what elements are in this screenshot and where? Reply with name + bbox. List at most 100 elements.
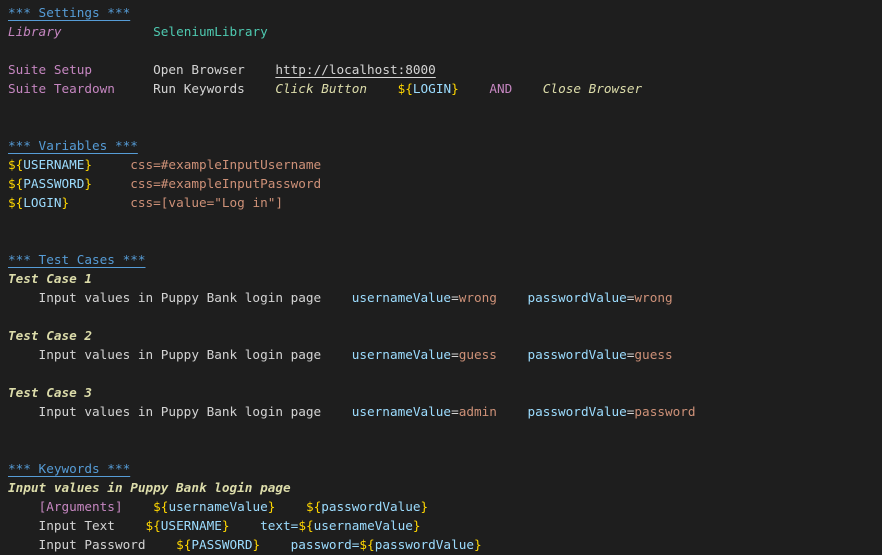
code-token: admin [458, 404, 497, 419]
code-line[interactable]: Suite Teardown Run Keywords Click Button… [8, 79, 882, 98]
code-line[interactable] [8, 307, 882, 326]
code-line[interactable]: ${LOGIN} css=[value="Log in"] [8, 193, 882, 212]
code-token: } [84, 157, 93, 172]
code-line[interactable]: Input values in Puppy Bank login page us… [8, 345, 882, 364]
code-token: Input values in Puppy Bank login page [8, 404, 322, 419]
code-token: Input values in Puppy Bank login page [8, 347, 322, 362]
code-line[interactable]: Test Case 1 [8, 269, 882, 288]
code-token: usernameValue [168, 499, 268, 514]
code-token: *** Variables *** [8, 138, 138, 153]
code-token: usernameValue [351, 404, 452, 419]
code-token: password= [290, 537, 360, 552]
code-line[interactable]: Library SeleniumLibrary [8, 22, 882, 41]
code-line[interactable] [8, 98, 882, 117]
code-token: passwordValue [321, 499, 421, 514]
code-line[interactable] [8, 364, 882, 383]
code-token: usernameValue [351, 290, 452, 305]
code-token: } [252, 537, 261, 552]
code-token: } [84, 176, 93, 191]
code-token: ${ [298, 518, 314, 533]
code-line[interactable]: Input values in Puppy Bank login page us… [8, 402, 882, 421]
code-line[interactable]: Suite Setup Open Browser http://localhos… [8, 60, 882, 79]
code-line[interactable] [8, 41, 882, 60]
code-token: ${ [8, 195, 24, 210]
code-line[interactable]: Input Text ${USERNAME} text=${usernameVa… [8, 516, 882, 535]
code-token: ${ [305, 499, 322, 514]
code-line[interactable] [8, 421, 882, 440]
code-line[interactable]: Input Password ${PASSWORD} password=${pa… [8, 535, 882, 554]
code-token: guess [634, 347, 673, 362]
code-token: Click Button [275, 81, 368, 96]
code-token: guess [458, 347, 497, 362]
code-token: = [451, 347, 459, 362]
code-line[interactable]: Input values in Puppy Bank login page [8, 478, 882, 497]
code-token: Library [8, 24, 62, 39]
code-line[interactable] [8, 212, 882, 231]
code-token: passwordValue [374, 537, 474, 552]
code-token: ${ [397, 81, 413, 96]
code-token: = [451, 290, 459, 305]
code-token: *** Keywords *** [8, 461, 131, 476]
code-token: Input Password [8, 537, 146, 552]
code-token: password [634, 404, 696, 419]
code-token: *** Settings *** [8, 5, 131, 20]
code-line[interactable]: *** Test Cases *** [8, 250, 882, 269]
code-token: ${ [359, 537, 375, 552]
code-token: passwordValue [527, 290, 627, 305]
code-line[interactable]: Test Case 2 [8, 326, 882, 345]
code-token: } [412, 518, 421, 533]
code-line[interactable] [8, 231, 882, 250]
code-line[interactable]: *** Settings *** [8, 3, 882, 22]
code-line[interactable]: Input values in Puppy Bank login page us… [8, 288, 882, 307]
code-line[interactable]: ${PASSWORD} css=#exampleInputPassword [8, 174, 882, 193]
code-line[interactable]: *** Keywords *** [8, 459, 882, 478]
code-token: css=#exampleInputUsername [130, 157, 322, 172]
code-token: wrong [634, 290, 673, 305]
code-line[interactable]: *** Variables *** [8, 136, 882, 155]
code-token: *** Test Cases *** [8, 252, 146, 267]
code-line[interactable] [8, 117, 882, 136]
code-token: ${ [176, 537, 192, 552]
code-token: Input values in Puppy Bank login page [8, 480, 291, 495]
code-token: http://localhost:8000 [275, 62, 436, 77]
code-editor[interactable]: *** Settings *** Library SeleniumLibrary … [0, 0, 882, 555]
code-token: Suite Setup [8, 62, 93, 77]
code-token: Input values in Puppy Bank login page [8, 290, 322, 305]
code-token: PASSWORD [191, 537, 253, 552]
code-token: LOGIN [23, 195, 62, 210]
code-token: passwordValue [527, 404, 627, 419]
code-token: ${ [8, 157, 24, 172]
code-token: ${ [153, 499, 169, 514]
code-token: USERNAME [23, 157, 85, 172]
code-token: } [451, 81, 459, 96]
code-token: } [420, 499, 429, 514]
code-token: = [451, 404, 459, 419]
code-token: PASSWORD [23, 176, 85, 191]
code-line[interactable] [8, 440, 882, 459]
code-line[interactable]: ${USERNAME} css=#exampleInputUsername [8, 155, 882, 174]
code-token: } [221, 518, 230, 533]
code-token: Run Keywords [153, 81, 245, 96]
code-line[interactable]: [Arguments] ${usernameValue} ${passwordV… [8, 497, 882, 516]
code-token: } [474, 537, 482, 552]
code-token: usernameValue [313, 518, 413, 533]
code-line[interactable]: Test Case 3 [8, 383, 882, 402]
